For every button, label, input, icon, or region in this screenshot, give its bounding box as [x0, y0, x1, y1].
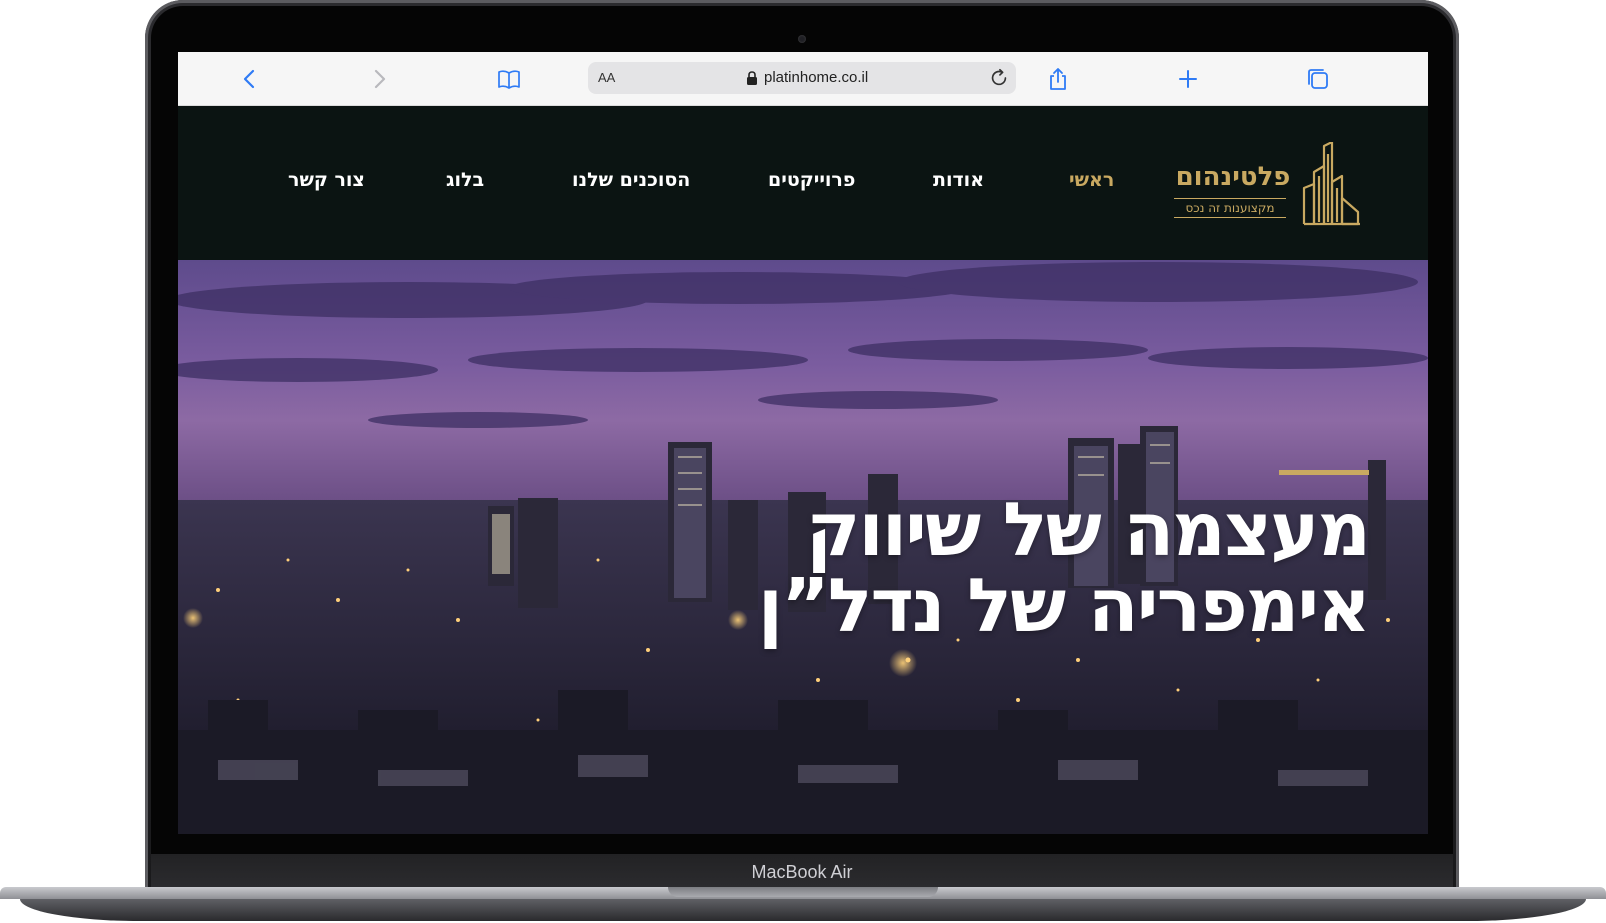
book-icon	[498, 70, 520, 89]
hero-accent-rule	[1279, 470, 1369, 475]
reload-icon[interactable]	[988, 67, 1010, 89]
new-tab-button[interactable]	[1173, 64, 1203, 94]
tabs-button[interactable]	[1303, 64, 1333, 94]
device-label: MacBook Air	[751, 861, 853, 882]
buildings-logo-icon	[1302, 142, 1360, 226]
browser-toolbar: AA platinhome.co.il	[178, 52, 1428, 106]
bookmarks-button[interactable]	[494, 64, 524, 94]
nav-agents[interactable]: הסוכנים שלנו	[572, 169, 690, 191]
tabs-icon	[1308, 69, 1328, 89]
nav-about[interactable]: אודות	[933, 169, 984, 191]
forward-button[interactable]	[364, 64, 394, 94]
site-logo[interactable]: פלטינהום מקצוענות זה נכס	[1174, 142, 1366, 226]
chevron-right-icon	[374, 69, 386, 89]
nav-blog[interactable]: בלוג	[446, 169, 484, 191]
plus-icon	[1179, 70, 1197, 88]
logo-tagline: מקצוענות זה נכס	[1174, 198, 1286, 218]
chevron-left-icon	[243, 69, 255, 89]
back-button[interactable]	[235, 64, 265, 94]
hero-headline-line1: מעצמה של שיווק	[805, 487, 1371, 573]
lock-icon	[747, 71, 757, 85]
laptop-chin: MacBook Air	[151, 854, 1453, 890]
logo-name: פלטינהום	[1175, 162, 1291, 192]
hero-headline-line2: אימפריה של נדל”ן	[757, 563, 1371, 649]
reader-button[interactable]: AA	[598, 70, 615, 85]
hinge-notch	[668, 887, 938, 897]
hero-headline: מעצמה של שיווק אימפריה של נדל”ן	[669, 487, 1371, 649]
laptop-base	[0, 887, 1606, 923]
browser-window: AA platinhome.co.il צור קשר בלוג הסוכנים…	[178, 52, 1428, 834]
share-icon	[1050, 68, 1066, 90]
address-bar[interactable]: AA platinhome.co.il	[588, 62, 1016, 94]
url-text: platinhome.co.il	[764, 69, 869, 86]
nav-contact[interactable]: צור קשר	[288, 169, 365, 191]
share-button[interactable]	[1043, 64, 1073, 94]
site-header: צור קשר בלוג הסוכנים שלנו פרוייקטים אודו…	[178, 106, 1428, 260]
hero-section: מעצמה של שיווק אימפריה של נדל”ן	[178, 260, 1428, 834]
camera-icon	[798, 35, 806, 43]
nav-projects[interactable]: פרוייקטים	[768, 169, 855, 191]
nav-home[interactable]: ראשי	[1069, 169, 1114, 191]
